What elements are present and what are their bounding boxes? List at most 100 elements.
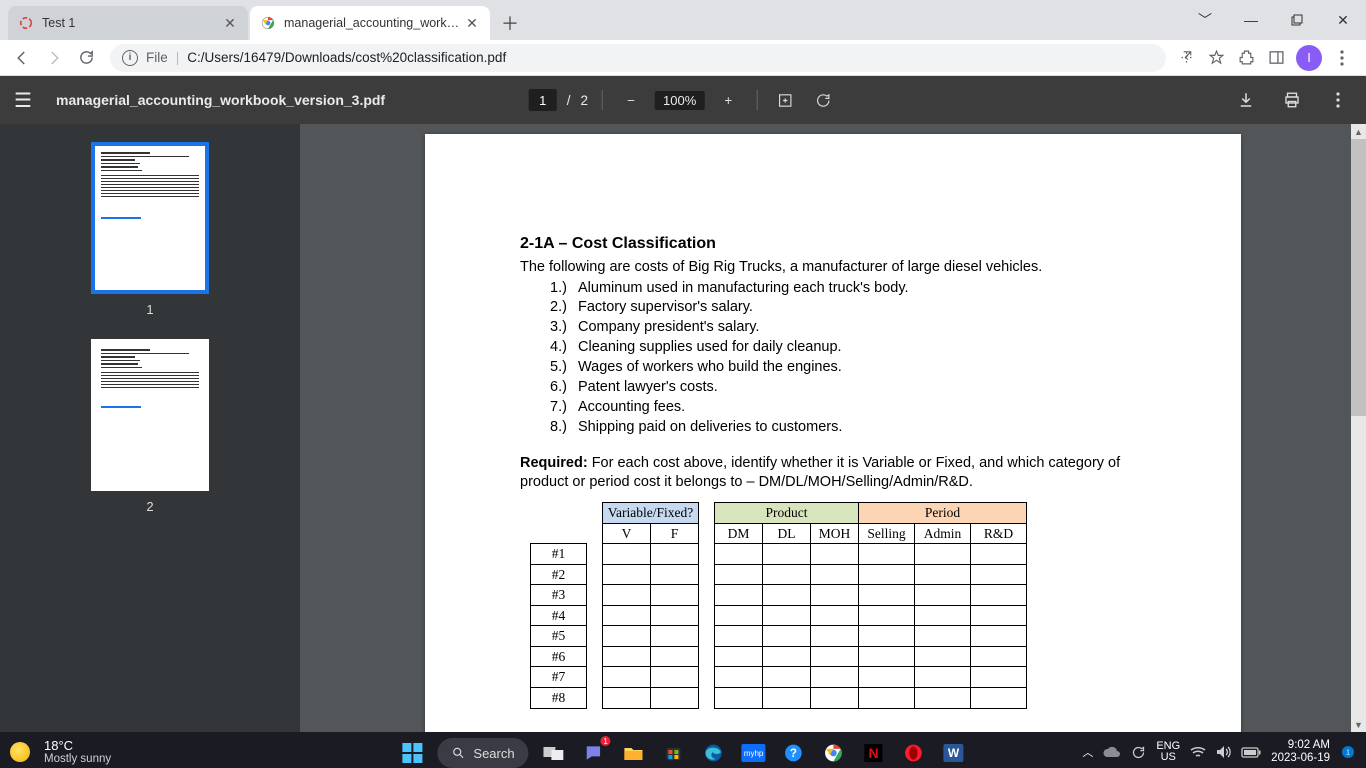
file-explorer-icon[interactable] xyxy=(619,738,649,768)
pdf-toolbar: ☰ managerial_accounting_workbook_version… xyxy=(0,76,1366,124)
back-button[interactable] xyxy=(8,44,36,72)
tab-title: managerial_accounting_workboo xyxy=(284,16,464,30)
vertical-scrollbar[interactable]: ▲ ▼ xyxy=(1351,124,1366,732)
close-icon[interactable]: ✕ xyxy=(464,15,480,31)
profile-avatar[interactable]: I xyxy=(1296,45,1322,71)
scroll-down-icon[interactable]: ▼ xyxy=(1351,717,1366,732)
task-view-icon[interactable] xyxy=(539,738,569,768)
wifi-icon[interactable] xyxy=(1190,746,1206,758)
list-item: 8.)Shipping paid on deliveries to custom… xyxy=(550,418,1146,437)
zoom-in-button[interactable]: + xyxy=(714,86,742,114)
list-item: 1.)Aluminum used in manufacturing each t… xyxy=(550,279,1146,298)
help-icon[interactable]: ? xyxy=(779,738,809,768)
page-separator: / xyxy=(567,93,571,108)
weather-desc: Mostly sunny xyxy=(44,753,111,765)
battery-icon[interactable] xyxy=(1241,747,1261,758)
pdf-body: 1 2 2-1A – Cost Classification The follo… xyxy=(0,124,1366,732)
browser-toolbar: i File | C:/Users/16479/Downloads/cost%2… xyxy=(0,40,1366,76)
word-icon[interactable]: W xyxy=(939,738,969,768)
pdf-toolbar-center: / 2 − 100% + xyxy=(529,86,838,114)
page-thumbnail-2[interactable] xyxy=(91,339,209,491)
zoom-level[interactable]: 100% xyxy=(655,91,704,110)
url-scheme: File xyxy=(146,50,168,65)
share-icon[interactable] xyxy=(1176,48,1196,68)
list-item: 3.)Company president's salary. xyxy=(550,318,1146,337)
taskbar-center: Search myhp ? N W xyxy=(397,738,968,768)
doc-heading: 2-1A – Cost Classification xyxy=(520,234,1146,255)
search-label: Search xyxy=(473,746,514,761)
start-button[interactable] xyxy=(397,738,427,768)
url-path: C:/Users/16479/Downloads/cost%20classifi… xyxy=(187,50,506,65)
fit-page-icon[interactable] xyxy=(771,86,799,114)
classification-table: Variable/Fixed?ProductPeriodVFDMDLMOHSel… xyxy=(530,502,1027,708)
clock[interactable]: 9:02 AM 2023-06-19 xyxy=(1271,739,1330,764)
reload-button[interactable] xyxy=(72,44,100,72)
kebab-menu-icon[interactable] xyxy=(1332,48,1352,68)
page-number-input[interactable] xyxy=(529,89,557,111)
thumbnail-item[interactable]: 1 xyxy=(0,142,300,317)
forward-button[interactable] xyxy=(40,44,68,72)
hamburger-icon[interactable]: ☰ xyxy=(14,88,38,113)
window-controls: ﹀ — ✕ xyxy=(1182,0,1366,40)
chevron-down-icon[interactable]: ﹀ xyxy=(1182,0,1228,40)
scroll-up-icon[interactable]: ▲ xyxy=(1351,124,1366,139)
browser-tabstrip: Test 1 ✕ managerial_accounting_workboo ✕… xyxy=(0,0,1366,40)
opera-icon[interactable] xyxy=(899,738,929,768)
svg-text:1: 1 xyxy=(1346,748,1350,757)
store-icon[interactable] xyxy=(659,738,689,768)
browser-tab-2[interactable]: managerial_accounting_workboo ✕ xyxy=(250,6,490,40)
edge-icon[interactable] xyxy=(699,738,729,768)
document-area[interactable]: 2-1A – Cost Classification The following… xyxy=(300,124,1366,732)
onedrive-icon[interactable] xyxy=(1103,746,1121,758)
chat-icon[interactable] xyxy=(579,738,609,768)
new-tab-button[interactable]: ＋ xyxy=(496,9,524,37)
maximize-button[interactable] xyxy=(1274,0,1320,40)
updates-icon[interactable] xyxy=(1131,745,1146,760)
close-icon[interactable]: ✕ xyxy=(222,15,238,31)
browser-tab-1[interactable]: Test 1 ✕ xyxy=(8,6,248,40)
thumbnail-label: 2 xyxy=(146,499,153,514)
zoom-out-button[interactable]: − xyxy=(617,86,645,114)
weather-icon xyxy=(10,742,30,762)
page-thumbnail-1[interactable] xyxy=(91,142,209,294)
language-indicator[interactable]: ENG US xyxy=(1156,741,1180,763)
page-total: 2 xyxy=(581,93,589,108)
tab-title: Test 1 xyxy=(42,16,222,30)
app-icon[interactable]: myhp xyxy=(739,738,769,768)
address-bar[interactable]: i File | C:/Users/16479/Downloads/cost%2… xyxy=(110,44,1166,72)
taskbar-right: ︿ ENG US 9:02 AM 2023-06-19 1 xyxy=(1082,739,1356,764)
temperature: 18°C xyxy=(44,739,111,753)
list-item: 2.)Factory supervisor's salary. xyxy=(550,298,1146,317)
site-info-icon[interactable]: i xyxy=(122,50,138,66)
cost-list: 1.)Aluminum used in manufacturing each t… xyxy=(520,279,1146,437)
scroll-handle[interactable] xyxy=(1351,139,1366,416)
bookmark-icon[interactable] xyxy=(1206,48,1226,68)
thumbnail-item[interactable]: 2 xyxy=(0,339,300,514)
netflix-icon[interactable]: N xyxy=(859,738,889,768)
close-button[interactable]: ✕ xyxy=(1320,0,1366,40)
doc-intro: The following are costs of Big Rig Truck… xyxy=(520,258,1146,277)
kebab-menu-icon[interactable] xyxy=(1324,86,1352,114)
taskbar-search[interactable]: Search xyxy=(437,738,528,768)
chrome-icon[interactable] xyxy=(819,738,849,768)
toolbar-right: I xyxy=(1176,45,1358,71)
print-icon[interactable] xyxy=(1278,86,1306,114)
svg-text:?: ? xyxy=(790,747,797,760)
thumbnail-pane[interactable]: 1 2 xyxy=(0,124,300,732)
required-label: Required: xyxy=(520,455,588,471)
minimize-button[interactable]: — xyxy=(1228,0,1274,40)
rotate-icon[interactable] xyxy=(809,86,837,114)
pdf-toolbar-right xyxy=(1232,86,1352,114)
required-block: Required: For each cost above, identify … xyxy=(520,454,1146,492)
download-icon[interactable] xyxy=(1232,86,1260,114)
list-item: 6.)Patent lawyer's costs. xyxy=(550,378,1146,397)
list-item: 7.)Accounting fees. xyxy=(550,398,1146,417)
thumbnail-label: 1 xyxy=(146,302,153,317)
list-item: 5.)Wages of workers who build the engine… xyxy=(550,358,1146,377)
chevron-up-icon[interactable]: ︿ xyxy=(1082,744,1093,760)
sidepanel-icon[interactable] xyxy=(1266,48,1286,68)
volume-icon[interactable] xyxy=(1216,745,1231,759)
extensions-icon[interactable] xyxy=(1236,48,1256,68)
weather-widget[interactable]: 18°C Mostly sunny xyxy=(44,739,111,765)
notifications-icon[interactable]: 1 xyxy=(1340,744,1356,760)
